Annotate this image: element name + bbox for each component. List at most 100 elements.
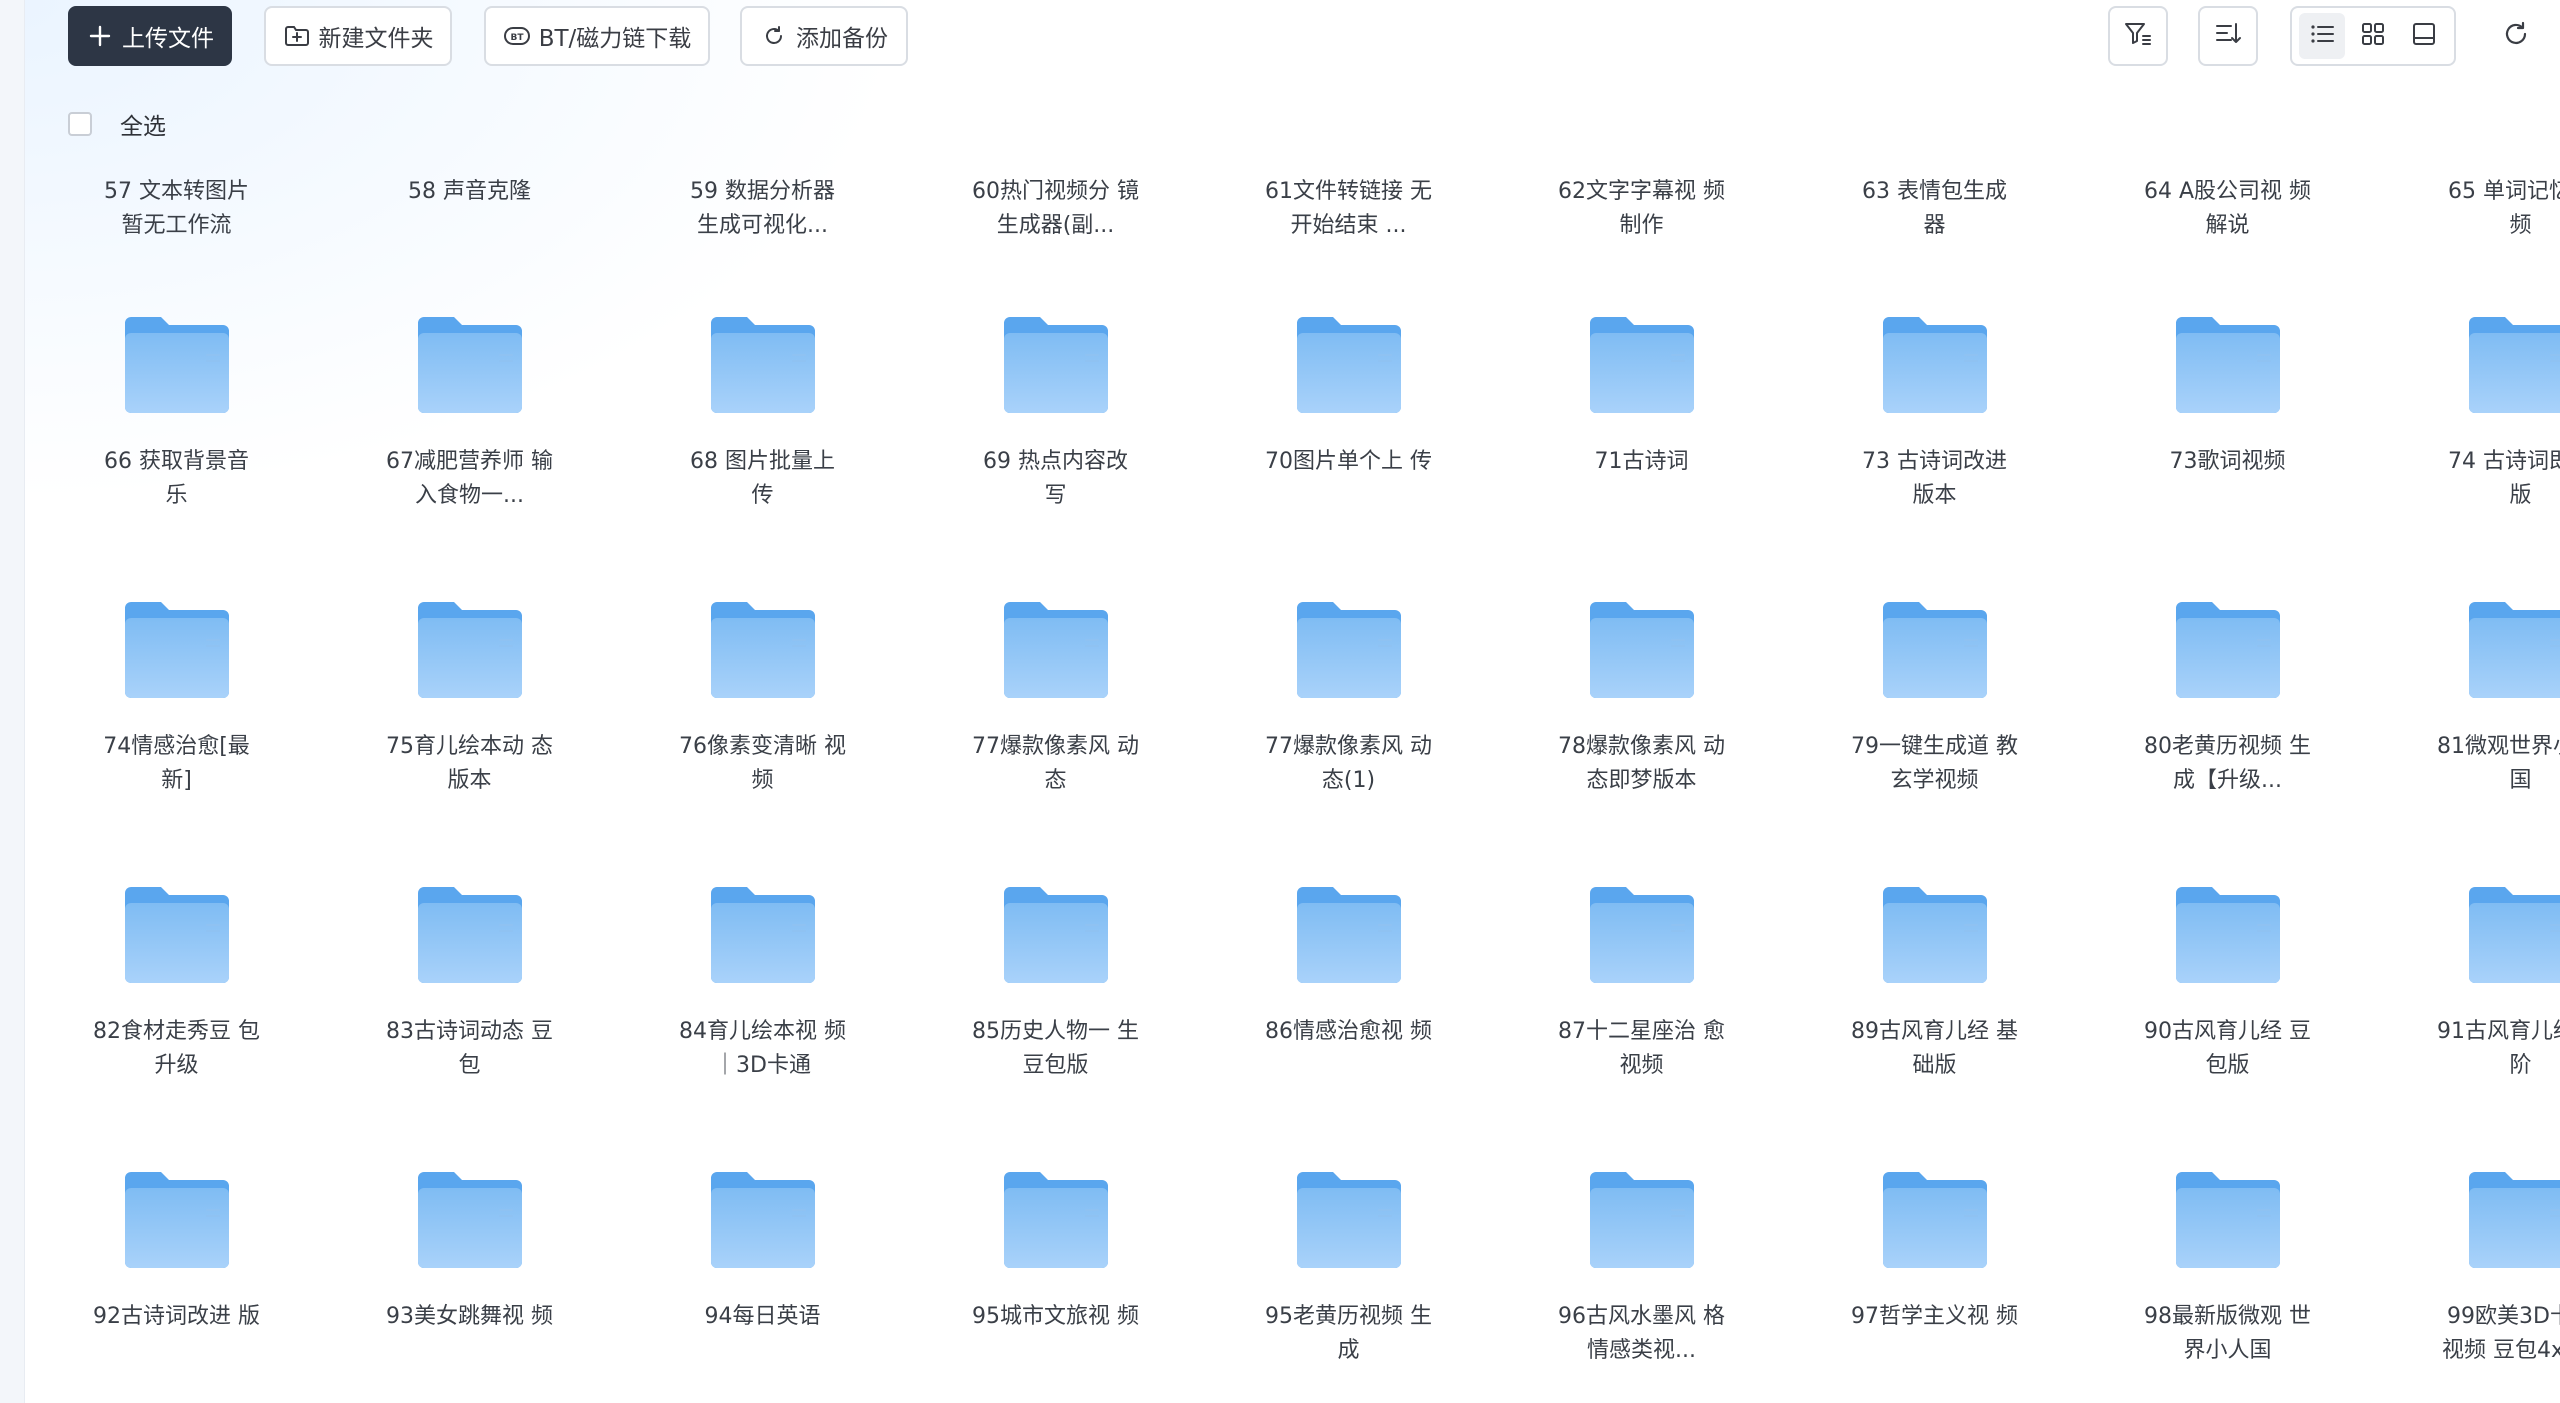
file-name: 57 文本转图片 暂无工作流 (104, 179, 249, 238)
file-item[interactable]: 95城市文旅视 频 (909, 1170, 1202, 1368)
file-item[interactable]: 84育儿绘本视 频｜3D卡通 (616, 885, 909, 1083)
file-item[interactable]: 74情感治愈[最 新] (30, 600, 323, 798)
file-item[interactable]: 74 古诗词即梦 版 (2374, 315, 2560, 513)
file-row: 82食材走秀豆 包升级 83古诗词动态 豆包 84育儿绘本视 频｜3D卡通 85历史人… (30, 885, 2560, 1083)
file-name: 86情感治愈视 频 (1265, 1019, 1432, 1044)
file-row: 74情感治愈[最 新] 75育儿绘本动 态版本 76像素变清晰 视频 77爆款像素风 … (30, 600, 2560, 798)
file-item[interactable]: 91古风育儿经 高阶 (2374, 885, 2560, 1083)
file-item[interactable]: 77爆款像素风 动态(1) (1202, 600, 1495, 798)
file-name: 95老黄历视频 生成 (1265, 1304, 1432, 1363)
file-name: 93美女跳舞视 频 (386, 1304, 553, 1329)
file-item[interactable]: 89古风育儿经 基础版 (1788, 885, 2081, 1083)
file-item[interactable]: 59 数据分析器 生成可视化... (616, 175, 909, 243)
file-item[interactable]: 69 热点内容改 写 (909, 315, 1202, 513)
bt-download-button[interactable]: BT BT/磁力链下载 (484, 6, 710, 66)
file-name: 65 单词记忆视 频 (2448, 179, 2560, 238)
file-item[interactable]: 81微观世界小 人国 (2374, 600, 2560, 798)
file-item[interactable]: 86情感治愈视 频 (1202, 885, 1495, 1083)
svg-text:BT: BT (510, 33, 524, 43)
select-all[interactable]: 全选 (68, 108, 166, 140)
sort-icon (2214, 20, 2242, 52)
file-item[interactable]: 73 古诗词改进 版本 (1788, 315, 2081, 513)
file-item[interactable]: 70图片单个上 传 (1202, 315, 1495, 513)
list-view-button[interactable] (2298, 13, 2345, 59)
grid-view-icon (2361, 22, 2385, 50)
magnet-icon: BT (503, 22, 531, 50)
file-item[interactable]: 64 A股公司视 频解说 (2081, 175, 2374, 243)
folder-icon (123, 315, 231, 415)
folder-icon (1002, 1170, 1110, 1270)
new-folder-button[interactable]: 新建文件夹 (264, 6, 452, 66)
sort-button[interactable] (2198, 6, 2258, 66)
file-item[interactable]: 83古诗词动态 豆包 (323, 885, 616, 1083)
file-name: 64 A股公司视 频解说 (2143, 179, 2312, 238)
file-name: 61文件转链接 无开始结束 ... (1265, 179, 1432, 238)
file-item[interactable]: 57 文本转图片 暂无工作流 (30, 175, 323, 243)
file-item[interactable]: 78爆款像素风 动态即梦版本 (1495, 600, 1788, 798)
file-item[interactable]: 60热门视频分 镜生成器(副... (909, 175, 1202, 243)
file-item[interactable]: 93美女跳舞视 频 (323, 1170, 616, 1368)
file-item[interactable]: 87十二星座治 愈视频 (1495, 885, 1788, 1083)
file-item[interactable]: 76像素变清晰 视频 (616, 600, 909, 798)
folder-icon (1881, 315, 1989, 415)
file-row: 66 获取背景音 乐 67减肥营养师 输入食物一... 68 图片批量上 传 69 热… (30, 315, 2560, 513)
folder-icon (709, 1170, 817, 1270)
refresh-button[interactable] (2486, 6, 2546, 66)
file-item[interactable]: 99欧美3D卡通 视频 豆包4x0... (2374, 1170, 2560, 1368)
file-item[interactable]: 68 图片批量上 传 (616, 315, 909, 513)
add-backup-button[interactable]: 添加备份 (740, 6, 908, 66)
folder-icon (709, 600, 817, 700)
grid-view-button[interactable] (2350, 13, 2396, 59)
folder-icon (1881, 885, 1989, 985)
file-item[interactable]: 79一键生成道 教玄学视频 (1788, 600, 2081, 798)
folder-icon (416, 1170, 524, 1270)
filter-icon (2123, 20, 2153, 52)
file-name: 60热门视频分 镜生成器(副... (972, 179, 1139, 238)
file-item[interactable]: 62文字字幕视 频制作 (1495, 175, 1788, 243)
file-item[interactable]: 96古风水墨风 格情感类视... (1495, 1170, 1788, 1368)
sync-icon (760, 22, 788, 50)
folder-icon (709, 315, 817, 415)
file-name: 98最新版微观 世界小人国 (2144, 1304, 2311, 1363)
file-item[interactable]: 97哲学主义视 频 (1788, 1170, 2081, 1368)
folder-icon (1002, 600, 1110, 700)
file-item[interactable]: 73歌词视频 (2081, 315, 2374, 513)
card-view-button[interactable] (2401, 13, 2447, 59)
file-item[interactable]: 92古诗词改进 版 (30, 1170, 323, 1368)
file-item[interactable]: 58 声音克隆 (323, 175, 616, 243)
file-item[interactable]: 65 单词记忆视 频 (2374, 175, 2560, 243)
file-name: 94每日英语 (704, 1304, 821, 1329)
file-item[interactable]: 95老黄历视频 生成 (1202, 1170, 1495, 1368)
folder-icon (416, 885, 524, 985)
file-item[interactable]: 94每日英语 (616, 1170, 909, 1368)
folder-icon (416, 315, 524, 415)
folder-icon (1588, 315, 1696, 415)
card-view-icon (2412, 22, 2436, 50)
folder-icon (2467, 1170, 2560, 1270)
folder-icon (1588, 885, 1696, 985)
file-item[interactable]: 66 获取背景音 乐 (30, 315, 323, 513)
file-name: 71古诗词 (1594, 449, 1689, 474)
folder-icon (416, 600, 524, 700)
file-item[interactable]: 71古诗词 (1495, 315, 1788, 513)
file-name: 99欧美3D卡通 视频 豆包4x0... (2442, 1304, 2560, 1363)
file-item[interactable]: 85历史人物一 生 豆包版 (909, 885, 1202, 1083)
file-item[interactable]: 75育儿绘本动 态版本 (323, 600, 616, 798)
select-all-checkbox[interactable] (68, 112, 92, 136)
filter-button[interactable] (2108, 6, 2168, 66)
file-item[interactable]: 77爆款像素风 动态 (909, 600, 1202, 798)
file-name: 90古风育儿经 豆包版 (2144, 1019, 2311, 1078)
file-item[interactable]: 82食材走秀豆 包升级 (30, 885, 323, 1083)
upload-button[interactable]: 上传文件 (68, 6, 232, 66)
file-item[interactable]: 90古风育儿经 豆包版 (2081, 885, 2374, 1083)
file-name: 58 声音克隆 (408, 179, 531, 204)
file-item[interactable]: 61文件转链接 无开始结束 ... (1202, 175, 1495, 243)
file-item[interactable]: 67减肥营养师 输入食物一... (323, 315, 616, 513)
file-item[interactable]: 80老黄历视频 生成【升级... (2081, 600, 2374, 798)
file-item[interactable]: 98最新版微观 世界小人国 (2081, 1170, 2374, 1368)
folder-icon (1295, 315, 1403, 415)
file-name: 76像素变清晰 视频 (679, 734, 846, 793)
file-item[interactable]: 63 表情包生成 器 (1788, 175, 2081, 243)
file-name: 75育儿绘本动 态版本 (386, 734, 553, 793)
view-mode-group (2290, 6, 2456, 66)
